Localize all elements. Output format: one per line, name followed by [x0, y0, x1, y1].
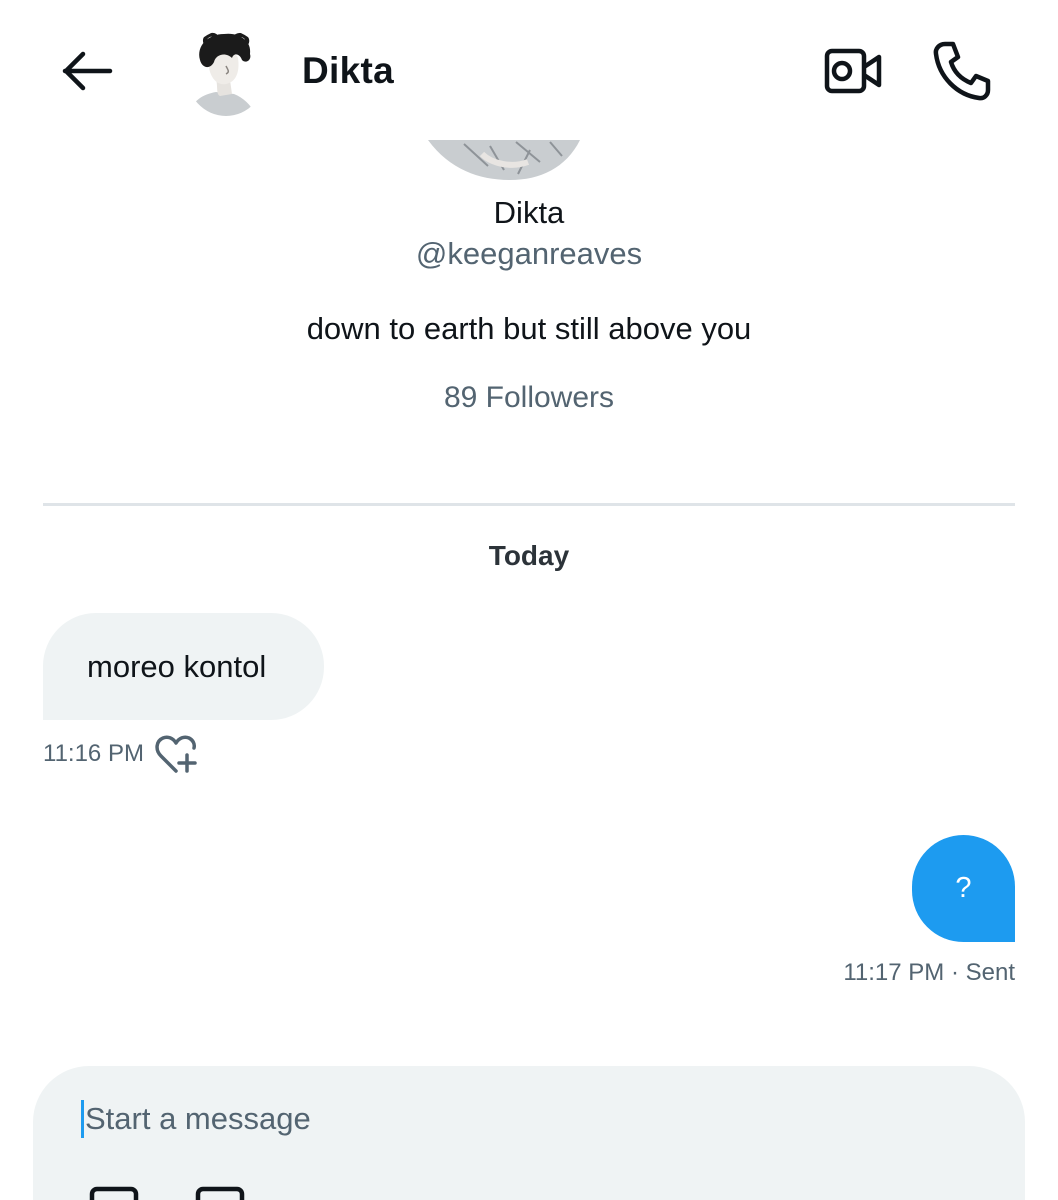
message-composer: Start a message — [33, 1066, 1025, 1200]
video-call-button[interactable] — [820, 42, 886, 100]
video-camera-icon — [824, 48, 882, 94]
profile-handle[interactable]: @keeganreaves — [0, 236, 1058, 272]
profile-bio: down to earth but still above you — [306, 311, 752, 346]
add-reaction-button[interactable] — [152, 731, 202, 777]
message-text: moreo kontol — [87, 648, 267, 684]
voice-message-icon[interactable] — [935, 1184, 971, 1200]
outgoing-message-bubble[interactable]: ? — [912, 835, 1015, 942]
conversation-header: Dikta — [0, 0, 1058, 145]
incoming-message-bubble[interactable]: moreo kontol — [43, 613, 324, 720]
message-placeholder: Start a message — [85, 1101, 311, 1136]
date-separator: Today — [488, 540, 570, 571]
page-title: Dikta — [302, 50, 394, 91]
message-timestamp: 11:16 PM — [43, 740, 144, 767]
message-text: ? — [955, 872, 972, 904]
profile-name[interactable]: Dikta — [0, 195, 1058, 231]
phone-icon — [933, 41, 991, 101]
voice-call-button[interactable] — [928, 38, 994, 104]
arrow-left-icon — [62, 51, 113, 91]
back-button[interactable] — [58, 45, 116, 97]
profile-avatar[interactable] — [420, 140, 620, 185]
message-input[interactable]: Start a message — [81, 1098, 781, 1140]
profile-photo — [186, 30, 266, 116]
followers-count[interactable]: 89 Followers — [0, 381, 1058, 415]
gif-icon[interactable] — [195, 1186, 245, 1200]
avatar[interactable] — [186, 30, 266, 116]
profile-photo-large — [428, 140, 580, 180]
divider — [43, 503, 1015, 506]
media-icon[interactable] — [89, 1186, 139, 1200]
heart-plus-icon — [155, 735, 197, 773]
text-caret — [81, 1100, 84, 1138]
message-status: 11:17 PM · Sent — [843, 959, 1015, 986]
